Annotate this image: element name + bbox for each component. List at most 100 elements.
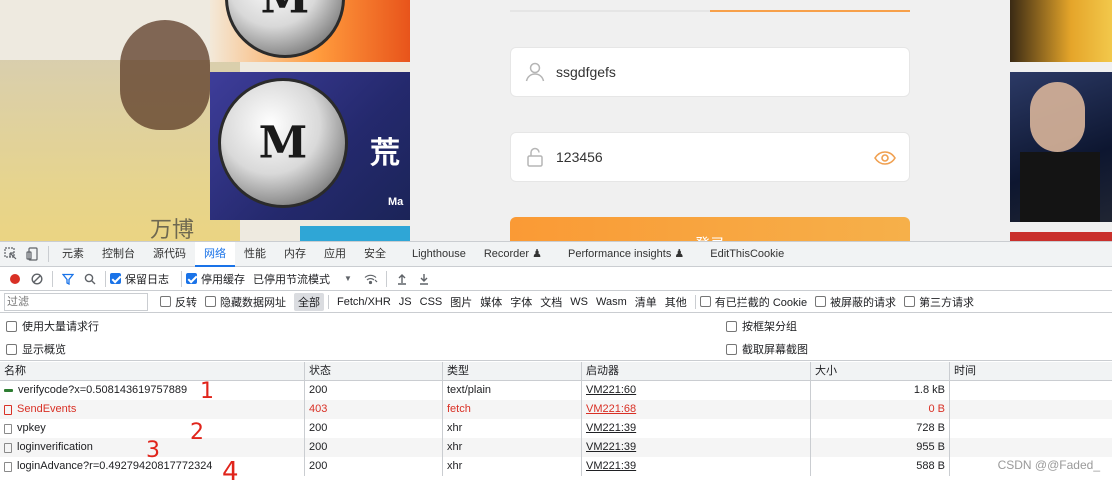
checkbox[interactable] [205,296,216,307]
filter-type-img[interactable]: 图片 [446,293,476,311]
eye-icon[interactable] [873,146,897,170]
player-head [120,20,210,130]
checkbox[interactable] [726,320,737,332]
filter-type-all[interactable]: 全部 [294,292,324,311]
tab-elements[interactable]: 元素 [53,242,93,267]
column-header-time[interactable]: 时间 [950,362,1112,381]
invert-checkbox[interactable]: 反转 [160,294,197,310]
checkbox[interactable] [904,296,916,307]
tab-performance-insights[interactable]: Performance insights ♟ [559,242,693,267]
tab-sources[interactable]: 源代码 [144,242,195,267]
filter-type-font[interactable]: 字体 [506,293,536,311]
third-party-label: 第三方请求 [919,296,975,309]
hide-data-urls-label: 隐藏数据网址 [220,296,286,309]
cell-name[interactable]: vpkey [0,419,305,438]
clear-icon[interactable] [26,268,48,290]
request-name: vpkey [17,422,46,434]
password-field[interactable]: 123456 [510,132,910,182]
checkbox[interactable] [6,320,17,332]
devtools-tab-bar: 元素 控制台 源代码 网络 性能 内存 应用 安全 Lighthouse Rec… [0,241,1112,267]
table-row[interactable]: loginAdvance?r=0.49279420817772324 200 xhr… [0,457,1112,476]
table-row[interactable]: vpkey 200 xhr VM221:39 728 B [0,419,1112,438]
filter-type-doc[interactable]: 文档 [536,293,566,311]
initiator-link[interactable]: VM221:39 [586,460,636,472]
large-rows-label: 使用大量请求行 [22,321,99,333]
separator [52,270,53,287]
hide-data-urls-checkbox[interactable]: 隐藏数据网址 [205,294,286,310]
login-button[interactable]: 登录 [510,217,910,241]
table-row[interactable]: loginverification 200 xhr VM221:39 955 B [0,438,1112,457]
column-header-type[interactable]: 类型 [443,361,582,381]
preserve-log-checkbox[interactable]: 保留日志 [110,271,169,287]
initiator-link[interactable]: VM221:68 [586,403,636,415]
import-har-icon[interactable] [391,268,413,290]
cell-name[interactable]: SendEvents [0,400,305,419]
tab-network[interactable]: 网络 [195,241,235,267]
checkbox[interactable] [160,296,171,307]
export-har-icon[interactable] [413,268,435,290]
third-party-checkbox[interactable]: 第三方请求 [904,294,974,310]
tab-performance[interactable]: 性能 [235,242,275,267]
tab-editthiscookie[interactable]: EditThisCookie [701,242,793,267]
cell-initiator: VM221:39 [582,457,811,476]
large-rows-checkbox[interactable]: 使用大量请求行 [6,318,99,334]
checkbox-checked[interactable] [110,273,121,284]
blocked-requests-checkbox[interactable]: 被屏蔽的请求 [815,294,896,310]
network-conditions-icon[interactable] [360,268,382,290]
cell-initiator: VM221:39 [582,438,811,457]
filter-type-css[interactable]: CSS [416,295,447,309]
search-icon[interactable] [79,268,101,290]
initiator-link[interactable]: VM221:39 [586,441,636,453]
tab-recorder[interactable]: Recorder ♟ [475,242,551,267]
tab-console[interactable]: 控制台 [93,242,144,267]
throttling-label: 已停用节流模式 [253,273,330,286]
filter-icon[interactable] [57,268,79,290]
filter-type-manifest[interactable]: 清单 [631,293,661,311]
table-row[interactable]: SendEvents 403 fetch VM221:68 0 B [0,400,1112,419]
cell-type: text/plain [443,381,582,400]
watermark: CSDN @@Faded_ [997,458,1100,472]
column-header-initiator[interactable]: 启动器 [582,361,811,381]
overview-checkbox[interactable]: 显示概览 [6,341,66,357]
cell-name[interactable]: verifycode?x=0.508143619757889 [0,381,305,400]
group-by-frame-label: 按框架分组 [742,321,797,333]
document-icon [4,404,12,415]
initiator-link[interactable]: VM221:60 [586,384,636,396]
record-icon[interactable] [4,268,26,290]
column-header-size[interactable]: 大小 [811,361,950,381]
inspect-element-icon[interactable] [0,242,22,267]
group-by-frame-checkbox[interactable]: 按框架分组 [726,318,797,334]
column-header-name[interactable]: 名称 [0,361,305,381]
filter-type-js[interactable]: JS [395,295,416,309]
filter-type-ws[interactable]: WS [566,295,592,309]
lock-icon [527,147,543,167]
checkbox[interactable] [699,296,711,307]
checkbox-checked[interactable] [186,273,197,284]
filter-type-media[interactable]: 媒体 [476,293,506,311]
cell-size: 1.8 kB [811,381,950,400]
checkbox[interactable] [6,343,17,355]
cell-initiator: VM221:60 [582,381,811,400]
throttling-select[interactable]: 已停用节流模式 ▼ [253,271,352,287]
blocked-cookies-checkbox[interactable]: 有已拦截的 Cookie [699,294,807,310]
column-header-status[interactable]: 状态 [305,361,443,381]
table-row[interactable]: verifycode?x=0.508143619757889 200 text/pl… [0,381,1112,400]
tab-security[interactable]: 安全 [355,242,395,267]
filter-type-wasm[interactable]: Wasm [592,295,631,309]
table-body: verifycode?x=0.508143619757889 200 text/pl… [0,381,1112,476]
screenshots-checkbox[interactable]: 截取屏幕截图 [726,341,808,357]
tab-application[interactable]: 应用 [315,242,355,267]
filter-input[interactable] [4,292,148,311]
promo-subtext: Ma [388,196,404,208]
tab-lighthouse[interactable]: Lighthouse [403,242,475,267]
username-field[interactable]: ssgdfgefs [510,47,910,97]
device-toolbar-icon[interactable] [22,242,44,267]
filter-type-other[interactable]: 其他 [661,293,691,311]
login-tab-active-indicator[interactable] [710,10,910,12]
checkbox[interactable] [815,296,827,307]
filter-type-fetch-xhr[interactable]: Fetch/XHR [333,295,395,309]
checkbox[interactable] [726,343,737,355]
disable-cache-checkbox[interactable]: 停用缓存 [186,271,245,287]
tab-memory[interactable]: 内存 [275,242,315,267]
initiator-link[interactable]: VM221:39 [586,422,636,434]
